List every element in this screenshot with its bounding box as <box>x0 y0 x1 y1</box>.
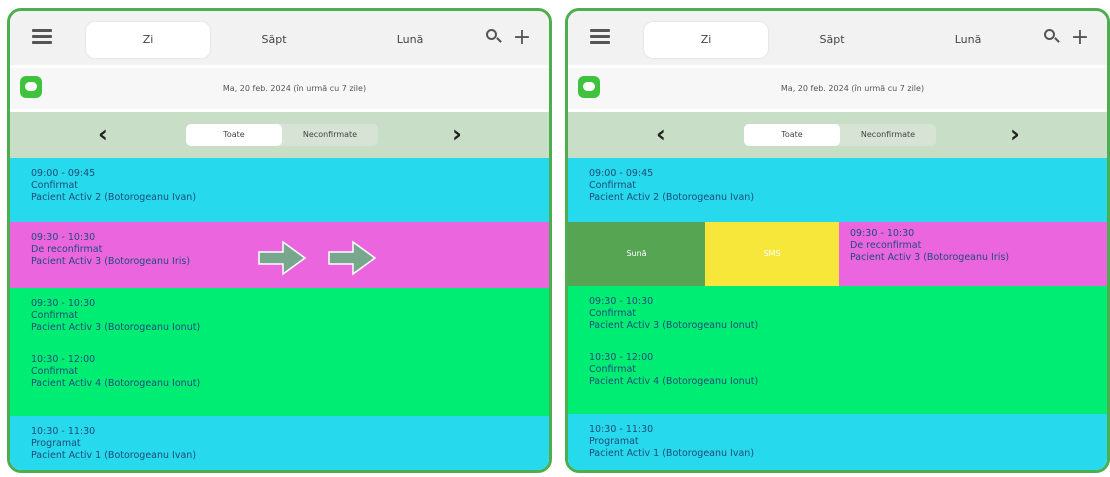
date-row: Ma, 20 feb. 2024 (în urmă cu 7 zile) <box>568 68 1107 109</box>
appointment-item[interactable]: 09:00 - 09:45 Confirmat Pacient Activ 2 … <box>568 158 1107 222</box>
filter-all-button[interactable]: Toate <box>186 124 282 146</box>
appointment-status: Confirmat <box>31 366 78 377</box>
appointment-patient: Pacient Activ 3 (Botorogeanu Ionut) <box>31 322 201 333</box>
appointment-status: Confirmat <box>31 310 78 321</box>
previous-day-button[interactable]: ‹ <box>88 118 118 150</box>
appointment-time: 09:00 - 09:45 <box>31 168 96 179</box>
tab-week[interactable]: Săpt <box>224 22 324 58</box>
phone-screen-after-swipe: Zi Săpt Lună + Ma, 20 feb. 2024 (în urmă… <box>565 8 1110 473</box>
filter-segmented-control: Toate Neconfirmate <box>744 124 936 146</box>
appointment-item[interactable]: 10:30 - 12:00 Confirmat Pacient Activ 4 … <box>589 352 1107 388</box>
add-icon[interactable]: + <box>1068 23 1092 53</box>
appointment-list: 09:00 - 09:45 Confirmat Pacient Activ 2 … <box>10 158 549 470</box>
appointment-status: Programat <box>589 436 639 447</box>
appointment-patient: Pacient Activ 3 (Botorogeanu Iris) <box>850 252 1010 263</box>
tab-day[interactable]: Zi <box>86 22 210 58</box>
appointment-group-confirmed: 09:30 - 10:30 Confirmat Pacient Activ 3 … <box>10 288 549 416</box>
appointment-patient: Pacient Activ 1 (Botorogeanu Ivan) <box>31 450 197 461</box>
next-day-button[interactable]: › <box>1000 118 1030 150</box>
search-icon[interactable] <box>1040 23 1064 53</box>
appointment-time: 09:30 - 10:30 <box>589 296 654 307</box>
appointment-patient: Pacient Activ 3 (Botorogeanu Ionut) <box>589 320 759 331</box>
appointment-patient: Pacient Activ 1 (Botorogeanu Ivan) <box>589 448 755 459</box>
appointment-group-confirmed: 09:30 - 10:30 Confirmat Pacient Activ 3 … <box>568 286 1107 414</box>
appointment-patient: Pacient Activ 2 (Botorogeanu Ivan) <box>589 192 755 203</box>
add-icon[interactable]: + <box>510 23 534 53</box>
appointment-item[interactable]: 10:30 - 11:30 Programat Pacient Activ 1 … <box>10 416 549 470</box>
date-label: Ma, 20 feb. 2024 (în urmă cu 7 zile) <box>222 84 367 93</box>
call-button[interactable]: Sună <box>568 222 705 286</box>
appointment-status: Confirmat <box>589 180 636 191</box>
tab-month[interactable]: Lună <box>360 22 460 58</box>
search-icon[interactable] <box>482 23 506 53</box>
date-row: Ma, 20 feb. 2024 (în urmă cu 7 zile) <box>10 68 549 109</box>
filter-unconfirmed-button[interactable]: Neconfirmate <box>282 124 378 146</box>
appointment-item[interactable]: 09:30 - 10:30 Confirmat Pacient Activ 3 … <box>31 298 549 334</box>
swiped-appointment-row: Sună SMS 09:30 - 10:30 De reconfirmat Pa… <box>568 222 1107 286</box>
filter-all-button[interactable]: Toate <box>744 124 840 146</box>
previous-day-button[interactable]: ‹ <box>646 118 676 150</box>
appointment-item[interactable]: 09:30 - 10:30 De reconfirmat Pacient Act… <box>10 222 549 288</box>
appointment-item[interactable]: 09:00 - 09:45 Confirmat Pacient Activ 2 … <box>10 158 549 222</box>
sms-button[interactable]: SMS <box>705 222 839 286</box>
appointment-time: 10:30 - 11:30 <box>589 424 654 435</box>
hamburger-menu-icon[interactable] <box>32 29 52 44</box>
appointment-patient: Pacient Activ 4 (Botorogeanu Ionut) <box>589 376 759 387</box>
chat-icon[interactable] <box>578 76 600 98</box>
next-day-button[interactable]: › <box>442 118 472 150</box>
appointment-patient: Pacient Activ 2 (Botorogeanu Ivan) <box>31 192 197 203</box>
filter-unconfirmed-button[interactable]: Neconfirmate <box>840 124 936 146</box>
appointment-patient: Pacient Activ 4 (Botorogeanu Ionut) <box>31 378 201 389</box>
appointment-time: 09:30 - 10:30 <box>850 228 915 239</box>
tab-week[interactable]: Săpt <box>782 22 882 58</box>
hamburger-menu-icon[interactable] <box>590 29 610 44</box>
swipe-right-arrows-icon <box>258 240 377 276</box>
filter-segmented-control: Toate Neconfirmate <box>186 124 378 146</box>
appointment-status: Confirmat <box>589 364 636 375</box>
phone-screen-before-swipe: Zi Săpt Lună + Ma, 20 feb. 2024 (în urmă… <box>7 8 552 473</box>
tab-day[interactable]: Zi <box>644 22 768 58</box>
appointment-status: De reconfirmat <box>850 240 922 251</box>
chat-icon[interactable] <box>20 76 42 98</box>
filter-row: ‹ Toate Neconfirmate › <box>10 112 549 158</box>
appointment-time: 10:30 - 12:00 <box>31 354 96 365</box>
appointment-item[interactable]: 10:30 - 11:30 Programat Pacient Activ 1 … <box>568 414 1107 470</box>
appointment-item[interactable]: 10:30 - 12:00 Confirmat Pacient Activ 4 … <box>31 354 549 390</box>
appointment-time: 09:00 - 09:45 <box>589 168 654 179</box>
appointment-time: 09:30 - 10:30 <box>31 298 96 309</box>
appointment-list: 09:00 - 09:45 Confirmat Pacient Activ 2 … <box>568 158 1107 470</box>
appointment-status: Programat <box>31 438 81 449</box>
date-label: Ma, 20 feb. 2024 (în urmă cu 7 zile) <box>780 84 925 93</box>
appointment-status: Confirmat <box>31 180 78 191</box>
header-bar: Zi Săpt Lună + <box>10 11 549 65</box>
appointment-time: 10:30 - 11:30 <box>31 426 96 437</box>
appointment-item[interactable]: 09:30 - 10:30 De reconfirmat Pacient Act… <box>839 222 1107 286</box>
appointment-item[interactable]: 09:30 - 10:30 Confirmat Pacient Activ 3 … <box>589 296 1107 332</box>
appointment-time: 10:30 - 12:00 <box>589 352 654 363</box>
appointment-status: Confirmat <box>589 308 636 319</box>
filter-row: ‹ Toate Neconfirmate › <box>568 112 1107 158</box>
tab-month[interactable]: Lună <box>918 22 1018 58</box>
header-bar: Zi Săpt Lună + <box>568 11 1107 65</box>
